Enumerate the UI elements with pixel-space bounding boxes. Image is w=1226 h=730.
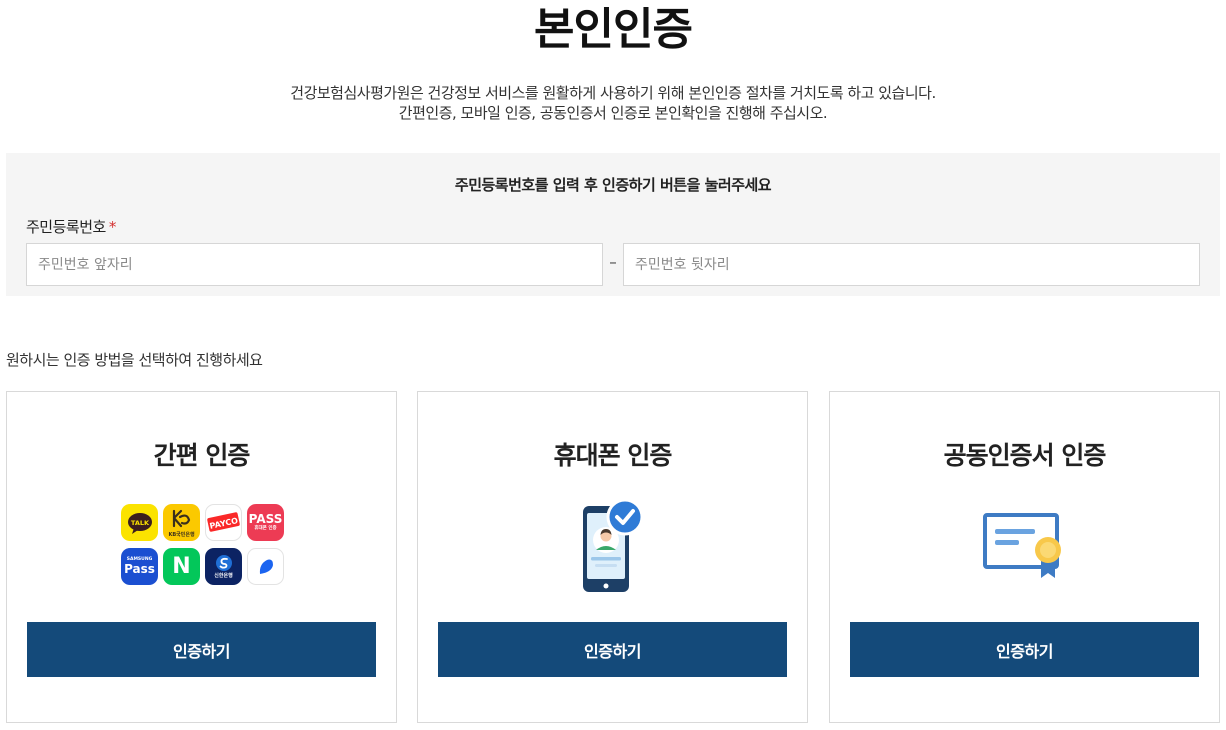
samsung-pass-icon: SAMSUNG Pass <box>121 548 158 585</box>
shinhan-bank-icon: 신한은행 <box>205 548 242 585</box>
certificate-auth-button[interactable]: 인증하기 <box>850 622 1199 677</box>
pass-label: PASS <box>248 512 283 526</box>
samsung-pass-label: Pass <box>124 562 155 576</box>
intro-line-1: 건강보험심사평가원은 건강정보 서비스를 원활하게 사용하기 위해 본인인증 절… <box>290 84 936 102</box>
simple-auth-apps-icon: TALK KB국민은행 PAYCO PASS 휴대폰 인증 SAMSUNG Pa… <box>121 504 284 590</box>
panel-instruction: 주민등록번호를 입력 후 인증하기 버튼을 눌러주세요 <box>454 176 772 194</box>
payco-icon: PAYCO <box>205 504 242 541</box>
intro-line-2: 간편인증, 모바일 인증, 공동인증서 인증로 본인확인을 진행해 주십시오. <box>398 104 828 122</box>
kb-bank-icon: KB국민은행 <box>163 504 200 541</box>
resident-number-separator: – <box>609 253 617 271</box>
kakao-talk-icon: TALK <box>121 504 158 541</box>
mobile-phone-verified-icon <box>580 498 646 598</box>
resident-number-label-text: 주민등록번호 <box>26 218 106 236</box>
toss-icon <box>247 548 284 585</box>
simple-auth-card: 간편 인증 TALK KB국민은행 PAYCO PASS 휴대폰 인증 SAMS… <box>6 391 397 723</box>
mobile-auth-title: 휴대폰 인증 <box>553 441 673 470</box>
pass-sub-label: 휴대폰 인증 <box>254 526 277 531</box>
mobile-auth-button[interactable]: 인증하기 <box>438 622 787 677</box>
certificate-icon <box>982 512 1066 586</box>
resident-number-panel: 주민등록번호를 입력 후 인증하기 버튼을 눌러주세요 주민등록번호* – <box>6 153 1220 296</box>
resident-number-label: 주민등록번호 * <box>26 216 116 237</box>
shinhan-label: 신한은행 <box>214 572 233 579</box>
simple-auth-title: 간편 인증 <box>153 441 251 470</box>
intro-text: 건강보험심사평가원은 건강정보 서비스를 원활하게 사용하기 위해 본인인증 절… <box>0 83 1226 123</box>
resident-number-front-input[interactable] <box>26 243 603 286</box>
kakao-label: TALK <box>130 519 149 527</box>
naver-icon: N <box>163 548 200 585</box>
certificate-auth-card: 공동인증서 인증 인증하기 <box>829 391 1220 723</box>
page-title: 본인인증 <box>534 4 693 55</box>
certificate-auth-title: 공동인증서 인증 <box>943 441 1107 470</box>
kb-label: KB국민은행 <box>168 531 194 538</box>
method-guide: 원하시는 인증 방법을 선택하여 진행하세요 <box>6 351 263 369</box>
naver-label: N <box>172 554 191 579</box>
required-mark: * <box>108 218 117 236</box>
resident-number-back-input[interactable] <box>623 243 1200 286</box>
mobile-auth-card: 휴대폰 인증 인증하기 <box>417 391 808 723</box>
simple-auth-button[interactable]: 인증하기 <box>27 622 376 677</box>
pass-icon: PASS 휴대폰 인증 <box>247 504 284 541</box>
